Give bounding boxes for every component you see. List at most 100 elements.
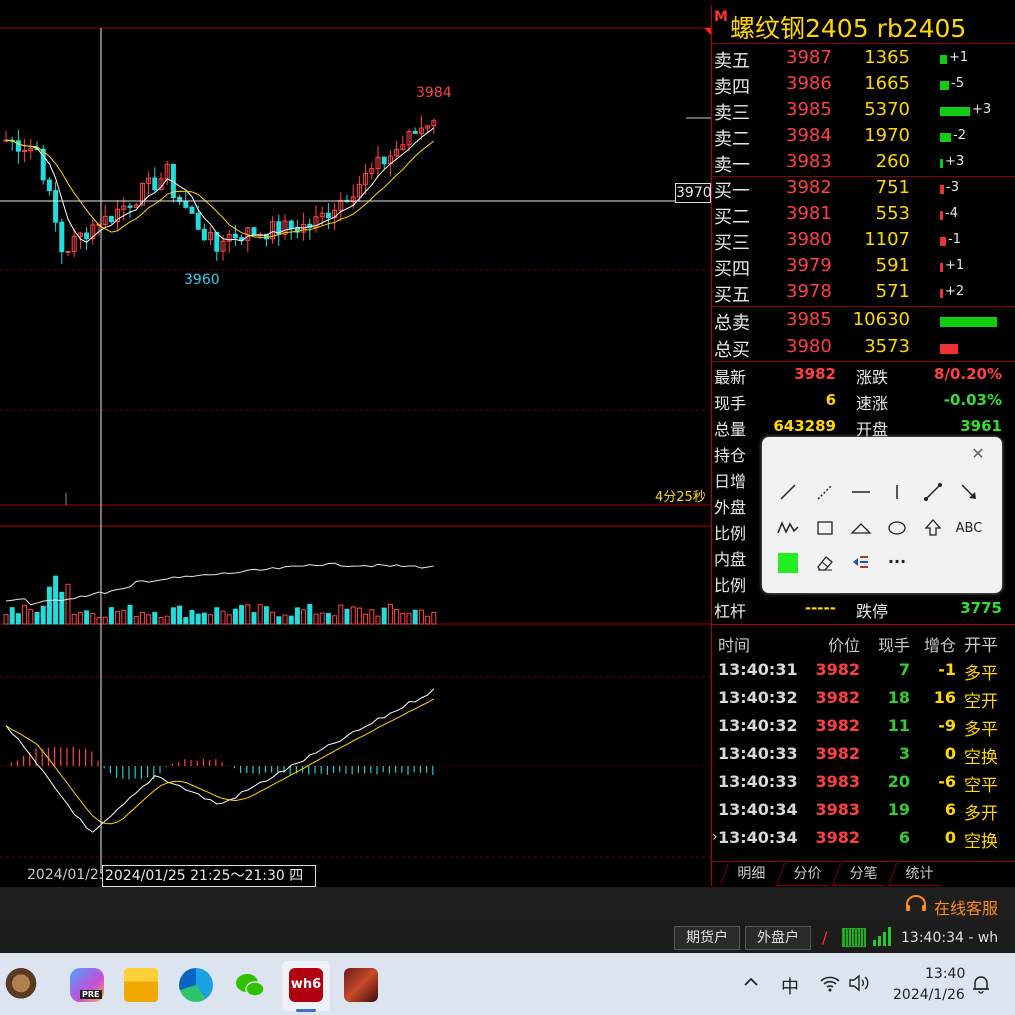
online-service-link[interactable]: 在线客服 xyxy=(934,895,998,919)
volume-bar xyxy=(940,107,970,116)
line-segment-tool-icon[interactable] xyxy=(774,478,802,506)
order-book-row[interactable]: 买二 3981 553 -4 xyxy=(712,202,1015,228)
game-app-icon[interactable] xyxy=(344,968,378,1002)
level-volume: 1665 xyxy=(864,73,910,94)
trade-oi-change: 16 xyxy=(933,688,956,707)
trade-row[interactable]: 13:40:32 3982 11 -9 多平 xyxy=(712,711,1015,740)
volume-icon[interactable] xyxy=(848,974,870,996)
trade-time: 13:40:32 xyxy=(718,716,798,735)
close-icon[interactable]: ✕ xyxy=(964,439,992,467)
level-label: 买四 xyxy=(714,259,750,280)
trade-type: 多平 xyxy=(964,720,998,740)
trade-row[interactable]: 13:40:34 3983 19 6 多开 xyxy=(712,795,1015,824)
file-explorer-icon[interactable] xyxy=(124,968,158,1002)
wh6-trading-app-icon[interactable]: wh6 xyxy=(289,968,323,1002)
trade-oi-change: 0 xyxy=(944,828,956,847)
order-book-row[interactable]: 卖三 3985 5370 +3 xyxy=(712,98,1015,124)
trade-time: 13:40:33 xyxy=(718,772,798,791)
headset-icon[interactable] xyxy=(904,894,928,918)
volume-bar xyxy=(940,159,943,168)
stat-label-2: 速涨 xyxy=(856,394,889,413)
level-label: 买一 xyxy=(714,181,750,202)
ime-indicator[interactable]: 中 xyxy=(781,973,799,999)
vertical-line-tool-icon[interactable] xyxy=(883,478,911,506)
taskbar-time[interactable]: 13:40 xyxy=(925,966,965,982)
arrow-line-tool-icon[interactable] xyxy=(955,478,983,506)
trade-time: 13:40:34 xyxy=(718,800,798,819)
order-total-row[interactable]: 总买 3980 3573 xyxy=(712,335,1015,361)
date-axis-label: 2024/01/25 xyxy=(27,867,108,883)
trade-volume: 6 xyxy=(898,828,910,847)
order-book-row[interactable]: 卖一 3983 260 +3 xyxy=(712,150,1015,176)
trade-oi-change: 6 xyxy=(944,800,956,819)
trade-row[interactable]: 13:40:32 3982 18 16 空开 xyxy=(712,683,1015,712)
level-volume: 571 xyxy=(875,281,910,302)
order-book-row[interactable]: 买四 3979 591 +1 xyxy=(712,254,1015,280)
trade-volume: 18 xyxy=(887,688,910,707)
pre-badge: PRE xyxy=(80,990,102,999)
stat-row: 杠杆 ----- 跌停 3775 xyxy=(712,596,1015,621)
up-arrow-tool-icon[interactable] xyxy=(919,514,947,542)
notification-bell-icon[interactable] xyxy=(971,974,991,998)
eraser-tool-icon[interactable] xyxy=(811,549,839,577)
more-tools-icon[interactable]: ··· xyxy=(883,547,911,575)
trade-price: 3983 xyxy=(815,800,860,819)
order-book-row[interactable]: 卖五 3987 1365 +1 xyxy=(712,46,1015,72)
tab-0[interactable]: 明细 xyxy=(719,863,782,885)
signal-bars-icon xyxy=(872,926,894,950)
level-label: 买二 xyxy=(714,207,750,228)
settings-list-icon[interactable] xyxy=(847,549,875,577)
ray-line-tool-icon[interactable] xyxy=(811,478,839,506)
trade-row[interactable]: 13:40:33 3983 20 -6 空平 xyxy=(712,767,1015,796)
crosshair-date-label: 2024/01/25 21:25～21:30 四 xyxy=(102,865,316,887)
edge-browser-icon[interactable] xyxy=(179,968,213,1002)
polyline-tool-icon[interactable] xyxy=(774,514,802,542)
level-label: 买三 xyxy=(714,233,750,254)
taskbar-date[interactable]: 2024/1/26 xyxy=(893,987,965,1003)
order-total-row[interactable]: 总卖 3985 10630 xyxy=(712,308,1015,334)
text-tool-icon[interactable]: ABC xyxy=(955,514,983,542)
tab-3[interactable]: 统计 xyxy=(887,863,950,886)
order-book-row[interactable]: 卖二 3984 1970 -2 xyxy=(712,124,1015,150)
tab-label: 分价 xyxy=(793,866,822,882)
futures-account-button[interactable]: 期货户 xyxy=(674,926,740,950)
stat-label: 日增 xyxy=(714,472,747,491)
order-book-row[interactable]: 买五 3978 571 +2 xyxy=(712,280,1015,306)
color-swatch[interactable] xyxy=(774,549,802,577)
status-clock: 13:40:34 - wh xyxy=(901,930,999,946)
wechat-icon[interactable] xyxy=(233,968,267,1002)
volume-bar xyxy=(940,185,944,194)
level-change: -3 xyxy=(946,180,959,195)
trade-price: 3982 xyxy=(815,660,860,679)
header-type: 开平 xyxy=(964,636,998,656)
ellipse-tool-icon[interactable] xyxy=(883,514,911,542)
stat-row: 总量 643289 开盘 3961 xyxy=(712,414,1015,439)
rectangle-tool-icon[interactable] xyxy=(811,514,839,542)
chevron-up-icon[interactable] xyxy=(741,972,761,996)
trade-type: 空开 xyxy=(964,692,998,712)
horizontal-line-tool-icon[interactable] xyxy=(847,478,875,506)
triangle-tool-icon[interactable] xyxy=(847,514,875,542)
order-book-row[interactable]: 买一 3982 751 -3 xyxy=(712,176,1015,202)
tab-2[interactable]: 分笔 xyxy=(831,863,894,886)
owl-app-icon[interactable] xyxy=(4,968,38,1002)
kline-chart[interactable] xyxy=(0,0,711,886)
level-price: 3985 xyxy=(786,99,832,120)
trade-oi-change: -1 xyxy=(938,660,956,679)
trade-time: 13:40:31 xyxy=(718,660,798,679)
order-book-row[interactable]: 买三 3980 1107 -1 xyxy=(712,228,1015,254)
monitor-icon[interactable] xyxy=(842,928,866,947)
trade-row[interactable]: 13:40:33 3982 3 0 空换 xyxy=(712,739,1015,768)
level-change: +1 xyxy=(945,258,965,273)
level-price: 3983 xyxy=(786,151,832,172)
tab-1[interactable]: 分价 xyxy=(775,863,838,886)
wifi-icon[interactable] xyxy=(819,974,841,996)
level-volume: 751 xyxy=(875,177,910,198)
trade-row[interactable]: 13:40:31 3982 7 -1 多平 xyxy=(712,655,1015,684)
symbol-title[interactable]: 螺纹钢2405 rb2405 xyxy=(730,9,966,45)
order-book-row[interactable]: 卖四 3986 1665 -5 xyxy=(712,72,1015,98)
trade-row[interactable]: 13:40:34 3982 6 0 空换 xyxy=(712,823,1015,852)
volume-bar xyxy=(940,289,943,298)
trend-line-tool-icon[interactable] xyxy=(919,478,947,506)
foreign-account-button[interactable]: 外盘户 xyxy=(745,926,811,950)
